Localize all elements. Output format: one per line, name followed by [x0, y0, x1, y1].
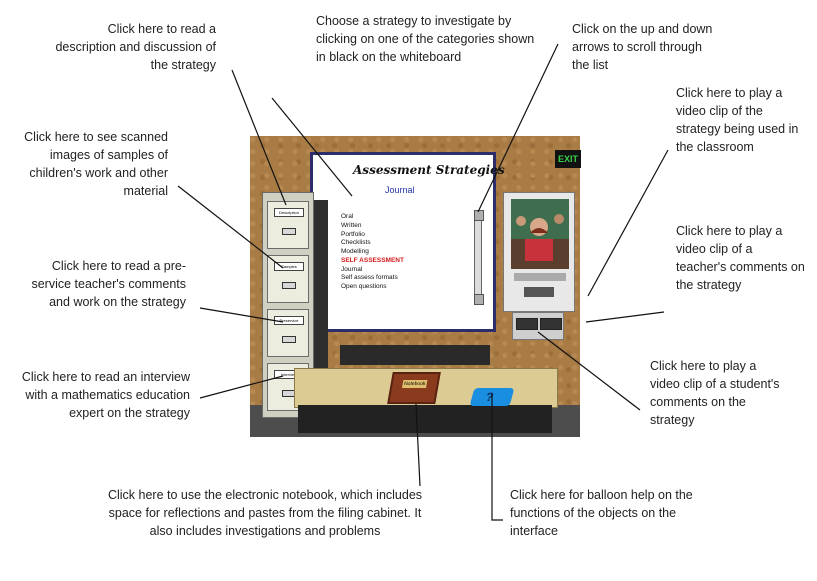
- strategy-item[interactable]: Self assess formats: [341, 274, 404, 283]
- callout-interview: Click here to read an interview with a m…: [21, 370, 190, 421]
- whiteboard-title: Assessment Strategies: [353, 163, 505, 177]
- drawer-label: Preservice: [274, 316, 304, 325]
- strategy-item[interactable]: Written: [341, 222, 404, 231]
- strategy-item[interactable]: Oral: [341, 213, 404, 222]
- callout-student-comments: Click here to play a video clip of a stu…: [650, 359, 780, 428]
- balloon-help-button[interactable]: ?: [469, 388, 515, 406]
- strategy-item[interactable]: Modelling: [341, 248, 404, 257]
- whiteboard: Assessment Strategies Journal Oral Writt…: [310, 152, 505, 332]
- notebook-label: Notebook: [402, 380, 428, 388]
- question-mark-icon: ?: [484, 390, 496, 404]
- desk-front: [298, 405, 552, 433]
- drawer-description[interactable]: Description: [267, 201, 309, 249]
- scroll-down-arrow-icon[interactable]: [474, 294, 484, 305]
- play-classroom-video-button[interactable]: [524, 287, 554, 297]
- drawer-handle-icon: [282, 336, 296, 343]
- strategy-list: Oral Written Portfolio Checklists Modell…: [341, 213, 404, 292]
- strategy-item[interactable]: Portfolio: [341, 231, 404, 240]
- play-teacher-video-button[interactable]: [516, 318, 538, 330]
- callout-teacher-comments: Click here to play a video clip of a tea…: [676, 224, 805, 293]
- drawer-label: Description: [274, 208, 304, 217]
- exit-button[interactable]: EXIT: [555, 150, 581, 168]
- callout-balloon-help: Click here for balloon help on the funct…: [510, 488, 693, 539]
- drawer-handle-icon: [282, 228, 296, 235]
- drawer-label: Samples: [274, 262, 304, 271]
- drawer-handle-icon: [282, 282, 296, 289]
- strategy-item[interactable]: Journal: [341, 266, 404, 275]
- callout-preservice: Click here to read a pre-service teacher…: [31, 259, 186, 310]
- video-monitor: [503, 192, 575, 312]
- callout-choose-strategy: Choose a strategy to investigate by clic…: [316, 14, 535, 65]
- classroom-video-screen[interactable]: [511, 199, 569, 269]
- drawer-preservice[interactable]: Preservice: [267, 309, 309, 357]
- electronic-notebook[interactable]: Notebook: [387, 372, 441, 404]
- callout-description: Click here to read a description and dis…: [55, 22, 216, 73]
- strategy-item-selected[interactable]: SELF ASSESSMENT: [341, 257, 404, 266]
- scroll-up-arrow-icon[interactable]: [474, 210, 484, 221]
- strategy-item[interactable]: Checklists: [341, 239, 404, 248]
- whiteboard-shelf: [340, 345, 490, 365]
- video-controls[interactable]: [514, 273, 566, 281]
- drawer-samples[interactable]: Samples: [267, 255, 309, 303]
- play-student-video-button[interactable]: [540, 318, 562, 330]
- strategy-item[interactable]: Open questions: [341, 283, 404, 292]
- whiteboard-scrollbar[interactable]: [474, 210, 484, 305]
- callout-notebook: Click here to use the electronic noteboo…: [107, 488, 423, 539]
- whiteboard-subtitle: Journal: [385, 185, 415, 195]
- callout-play-video: Click here to play a video clip of the s…: [676, 86, 799, 155]
- classroom-scene-icon: [511, 199, 569, 269]
- callout-scroll: Click on the up and down arrows to scrol…: [572, 22, 713, 73]
- callout-scanned-images: Click here to see scanned images of samp…: [24, 130, 168, 199]
